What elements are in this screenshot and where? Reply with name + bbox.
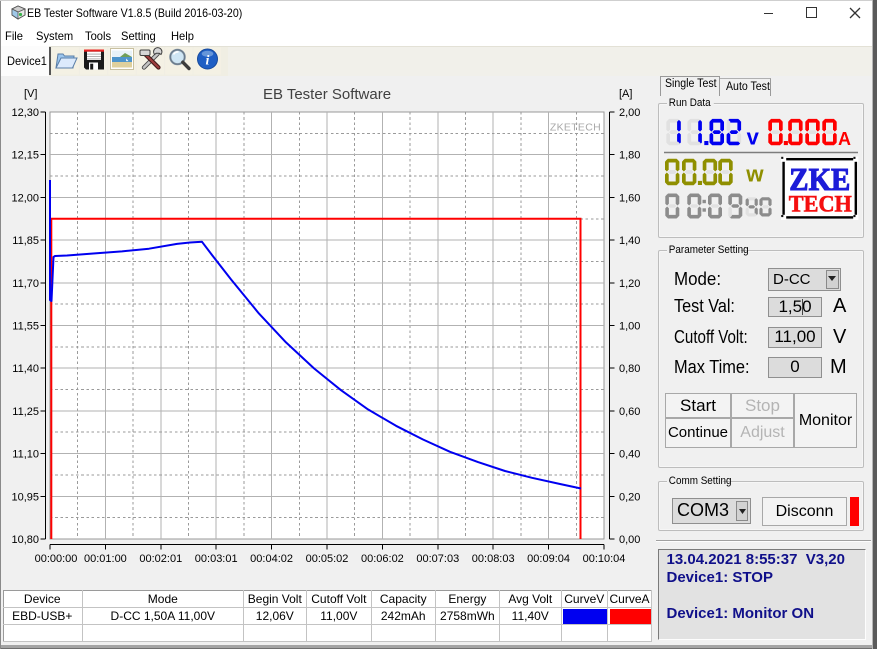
- svg-text:1,40: 1,40: [619, 235, 640, 247]
- svg-text:11,40: 11,40: [12, 363, 39, 375]
- svg-text:00:05:02: 00:05:02: [306, 553, 349, 565]
- svg-text:00:00:00: 00:00:00: [35, 553, 78, 565]
- svg-text:11,10: 11,10: [12, 449, 39, 461]
- svg-text:1,20: 1,20: [619, 278, 640, 290]
- svg-text:10,95: 10,95: [11, 491, 39, 503]
- svg-text:TECH: TECH: [789, 191, 852, 216]
- svg-text:0,00: 0,00: [619, 534, 640, 546]
- svg-text:11,85: 11,85: [12, 235, 39, 247]
- svg-text:00:03:01: 00:03:01: [195, 553, 238, 565]
- svg-text:11,25: 11,25: [12, 406, 39, 418]
- svg-text:1,00: 1,00: [619, 321, 640, 333]
- svg-text:A: A: [838, 129, 851, 149]
- svg-text:0,60: 0,60: [619, 406, 640, 418]
- svg-text:00:09:04: 00:09:04: [527, 553, 570, 565]
- svg-text:0,40: 0,40: [619, 449, 640, 461]
- svg-text:0,80: 0,80: [619, 363, 640, 375]
- svg-text:00:06:02: 00:06:02: [361, 553, 404, 565]
- svg-text:[V]: [V]: [24, 88, 37, 100]
- svg-text:[A]: [A]: [619, 88, 632, 100]
- svg-text:v: v: [747, 124, 760, 149]
- svg-text:12,15: 12,15: [11, 150, 39, 162]
- svg-text:12,00: 12,00: [11, 192, 39, 204]
- svg-text:12,30: 12,30: [11, 107, 39, 119]
- svg-text:0,20: 0,20: [619, 491, 640, 503]
- svg-text:00:02:01: 00:02:01: [139, 553, 182, 565]
- svg-text:00:08:03: 00:08:03: [472, 553, 515, 565]
- svg-text:1,60: 1,60: [619, 192, 640, 204]
- svg-text:10,80: 10,80: [11, 534, 39, 546]
- svg-text:2,00: 2,00: [619, 107, 640, 119]
- svg-text:00:01:00: 00:01:00: [84, 553, 127, 565]
- svg-text:ZKETECH: ZKETECH: [550, 122, 601, 134]
- svg-text:00:04:02: 00:04:02: [250, 553, 293, 565]
- svg-text:i: i: [206, 54, 210, 69]
- svg-text:w: w: [745, 161, 764, 186]
- svg-text:11,70: 11,70: [12, 278, 39, 290]
- svg-text:11,55: 11,55: [12, 321, 39, 333]
- svg-text:00:07:03: 00:07:03: [416, 553, 459, 565]
- svg-text:EB Tester Software: EB Tester Software: [263, 86, 391, 103]
- svg-text:1,80: 1,80: [619, 150, 640, 162]
- svg-text:00:10:04: 00:10:04: [583, 553, 626, 565]
